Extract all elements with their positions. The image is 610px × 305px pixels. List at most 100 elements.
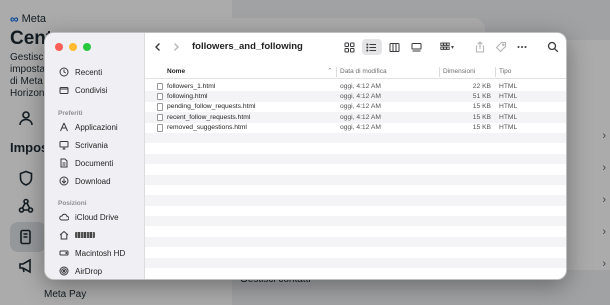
- table-row[interactable]: recent_follow_requests.html oggi, 4:12 A…: [145, 112, 566, 123]
- column-header-type[interactable]: Tipo: [499, 68, 511, 75]
- file-name: removed_suggestions.html: [167, 124, 247, 132]
- file-date: oggi, 4:12 AM: [340, 92, 381, 100]
- column-view-button[interactable]: [384, 39, 405, 55]
- file-size: 15 KB: [472, 124, 491, 132]
- empty-row: [145, 236, 566, 248]
- cloud-icon: [59, 213, 69, 221]
- sidebar-item-download[interactable]: Download: [59, 173, 111, 189]
- column-header-date[interactable]: Data di modifica: [340, 68, 387, 75]
- chevron-down-icon: ▾: [450, 44, 454, 51]
- empty-row: [145, 226, 566, 236]
- home-icon: [59, 230, 69, 240]
- file-size: 15 KB: [472, 113, 491, 121]
- table-row[interactable]: followers_1.html oggi, 4:12 AM 22 KB HTM…: [145, 81, 566, 91]
- sidebar-item-documenti[interactable]: Documenti: [59, 155, 113, 171]
- more-actions-button[interactable]: [515, 40, 529, 54]
- airdrop-icon: [59, 266, 69, 276]
- file-size: 22 KB: [472, 82, 491, 90]
- search-icon: [547, 41, 559, 53]
- clock-icon: [59, 67, 69, 77]
- file-date: oggi, 4:12 AM: [340, 82, 381, 90]
- html-file-icon: [157, 103, 163, 111]
- columns-icon: [389, 42, 400, 52]
- back-button[interactable]: [151, 40, 165, 54]
- tag-button[interactable]: [494, 40, 508, 54]
- sidebar-item-recenti[interactable]: Recenti: [59, 64, 102, 80]
- file-date: oggi, 4:12 AM: [340, 103, 381, 111]
- shared-folder-icon: [59, 87, 69, 94]
- grid-group-icon: [440, 42, 450, 50]
- share-icon: [475, 41, 485, 53]
- file-size: 15 KB: [472, 103, 491, 111]
- document-icon: [60, 158, 68, 168]
- table-row[interactable]: pending_follow_requests.html oggi, 4:12 …: [145, 102, 566, 112]
- maximize-window-button[interactable]: [83, 43, 91, 51]
- column-divider[interactable]: [439, 67, 440, 77]
- empty-row: [145, 185, 566, 195]
- sidebar-item-macintosh-hd[interactable]: Macintosh HD: [59, 245, 125, 261]
- grid-icon: [344, 42, 355, 52]
- column-header-size[interactable]: Dimensioni: [443, 68, 475, 75]
- file-list-header: Nome ⌃ Data di modifica Dimensioni Tipo: [145, 65, 566, 79]
- empty-row: [145, 174, 566, 185]
- sidebar-locations-header: Posizioni: [58, 200, 87, 207]
- column-divider[interactable]: [336, 67, 337, 77]
- html-file-icon: [157, 113, 163, 122]
- share-button[interactable]: [473, 40, 487, 54]
- sort-ascending-icon[interactable]: ⌃: [327, 67, 333, 75]
- column-header-name[interactable]: Nome: [167, 68, 185, 75]
- html-file-icon: [157, 82, 163, 90]
- window-controls: [55, 43, 91, 51]
- gallery-icon: [411, 42, 422, 51]
- minimize-window-button[interactable]: [69, 43, 77, 51]
- desktop-icon: [59, 141, 69, 150]
- sidebar-item-applicazioni[interactable]: Applicazioni: [59, 119, 118, 135]
- file-name: following.html: [167, 92, 208, 100]
- empty-row: [145, 195, 566, 206]
- list-view-button[interactable]: [361, 39, 382, 55]
- window-title: followers_and_following: [192, 41, 303, 52]
- file-name: recent_follow_requests.html: [167, 113, 251, 121]
- table-row[interactable]: removed_suggestions.html oggi, 4:12 AM 1…: [145, 123, 566, 133]
- group-by-button[interactable]: ▾: [434, 39, 460, 55]
- ellipsis-icon: [517, 46, 527, 48]
- empty-row: [145, 153, 566, 165]
- finder-sidebar: Recenti Condivisi Preferiti Applicazioni…: [45, 33, 145, 279]
- html-file-icon: [157, 124, 163, 132]
- sidebar-item-home[interactable]: [59, 227, 95, 243]
- finder-window: Recenti Condivisi Preferiti Applicazioni…: [44, 32, 567, 280]
- table-row[interactable]: following.html oggi, 4:12 AM 51 KB HTML: [145, 91, 566, 102]
- applications-icon: [60, 122, 68, 132]
- icon-view-button[interactable]: [339, 39, 360, 55]
- view-mode-control: [339, 39, 427, 55]
- sidebar-item-scrivania[interactable]: Scrivania: [59, 137, 108, 153]
- column-divider[interactable]: [495, 67, 496, 77]
- forward-button[interactable]: [169, 40, 183, 54]
- empty-row: [145, 143, 566, 153]
- file-type: HTML: [499, 103, 518, 111]
- redacted-username: [75, 232, 95, 238]
- file-date: oggi, 4:12 AM: [340, 113, 381, 121]
- file-name: followers_1.html: [167, 82, 216, 90]
- file-date: oggi, 4:12 AM: [340, 124, 381, 132]
- file-type: HTML: [499, 82, 518, 90]
- search-button[interactable]: [546, 40, 560, 54]
- tag-icon: [495, 41, 507, 53]
- close-window-button[interactable]: [55, 43, 63, 51]
- file-type: HTML: [499, 124, 518, 132]
- sidebar-favorites-header: Preferiti: [58, 110, 83, 117]
- file-size: 51 KB: [472, 92, 491, 100]
- gallery-view-button[interactable]: [407, 39, 428, 55]
- chevron-left-icon: [155, 43, 160, 51]
- chevron-right-icon: [174, 43, 179, 51]
- disk-icon: [59, 250, 69, 256]
- file-type: HTML: [499, 113, 518, 121]
- file-name: pending_follow_requests.html: [167, 103, 256, 111]
- sidebar-item-condivisi[interactable]: Condivisi: [59, 82, 107, 98]
- sidebar-item-icloud-drive[interactable]: iCloud Drive: [59, 209, 119, 225]
- file-rows: followers_1.html oggi, 4:12 AM 22 KB HTM…: [145, 81, 566, 269]
- empty-row: [145, 206, 566, 216]
- empty-row: [145, 216, 566, 227]
- sidebar-item-airdrop[interactable]: AirDrop: [59, 263, 102, 279]
- empty-row: [145, 132, 566, 144]
